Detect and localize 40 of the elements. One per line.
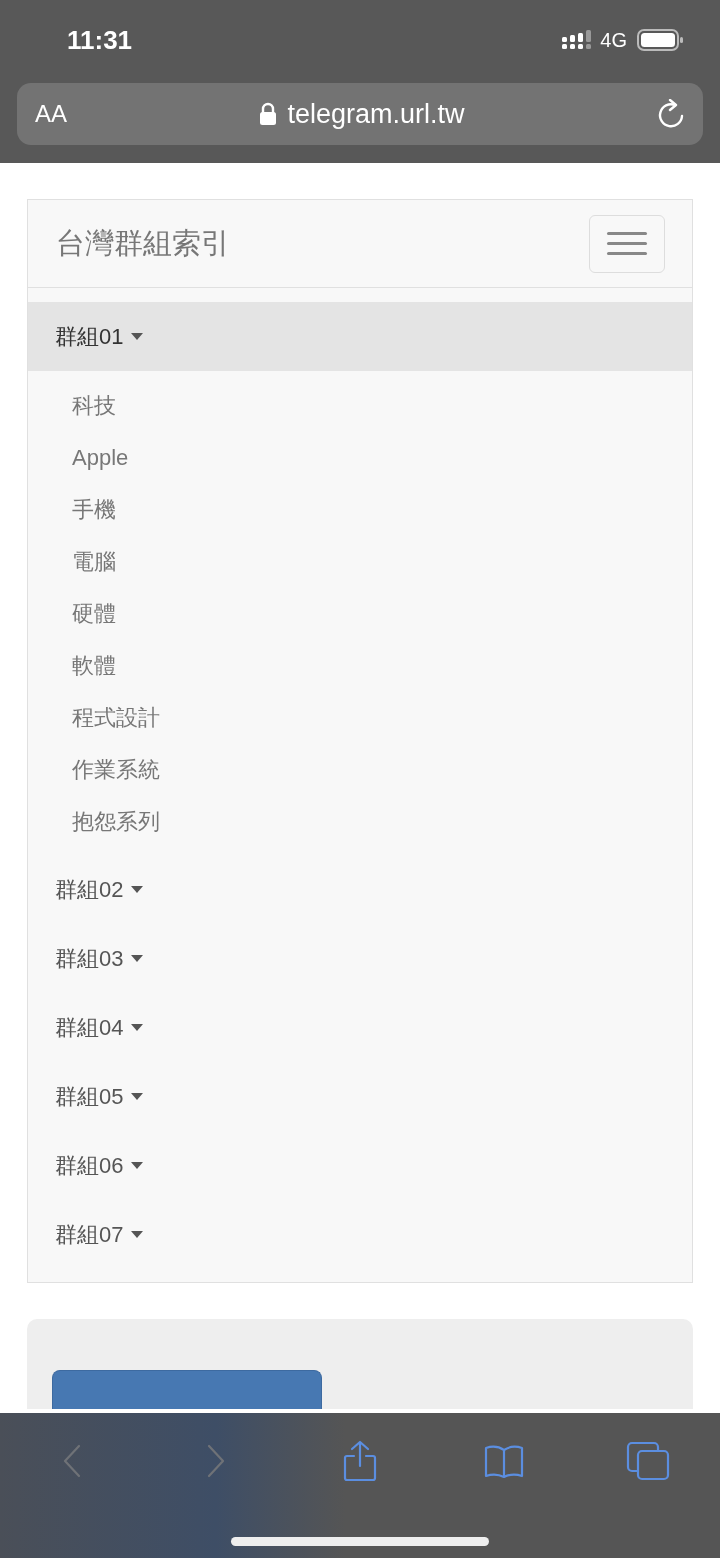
battery-icon xyxy=(637,28,683,52)
menu-link[interactable]: 程式設計 xyxy=(72,700,160,734)
menu-link[interactable]: 軟體 xyxy=(72,648,116,682)
menu-group[interactable]: 群組01 xyxy=(28,302,692,371)
caret-icon xyxy=(131,1024,144,1031)
menu-link[interactable]: 科技 xyxy=(72,388,116,422)
text-size-button[interactable]: AA xyxy=(35,96,67,132)
book-icon xyxy=(484,1444,524,1478)
menu-button[interactable] xyxy=(589,214,665,273)
caret-icon xyxy=(131,955,144,962)
forward-icon xyxy=(206,1444,226,1478)
reload-icon[interactable] xyxy=(657,99,685,129)
signal-icon xyxy=(562,30,593,50)
network-label: 4G xyxy=(600,28,627,53)
menu-group[interactable]: 群組03 xyxy=(28,924,692,993)
menu-group[interactable]: 群組04 xyxy=(28,993,692,1062)
caret-icon xyxy=(131,886,144,893)
menu-link[interactable]: 抱怨系列 xyxy=(72,804,160,838)
menu-group[interactable]: 群組06 xyxy=(28,1131,692,1200)
link-button[interactable] xyxy=(52,1370,322,1409)
brand-title[interactable]: 台灣群組索引 xyxy=(56,221,230,266)
status-time: 11:31 xyxy=(67,23,133,57)
address-bar[interactable]: AA telegram.url.tw xyxy=(17,83,703,145)
menu-link[interactable]: Apple xyxy=(72,440,129,474)
caret-icon xyxy=(131,1231,144,1238)
menu-link[interactable]: 作業系統 xyxy=(72,752,160,786)
menu-link[interactable]: 手機 xyxy=(72,492,116,526)
lock-icon xyxy=(259,102,278,126)
menu-link[interactable]: 硬體 xyxy=(72,596,116,630)
menu-group[interactable]: 群組02 xyxy=(28,855,692,924)
caret-icon xyxy=(131,1093,144,1100)
share-icon xyxy=(342,1440,378,1482)
url-text: telegram.url.tw xyxy=(287,97,465,131)
caret-icon xyxy=(131,1162,144,1169)
menu-group[interactable]: 群組07 xyxy=(28,1200,692,1269)
menu-group[interactable]: 群組05 xyxy=(28,1062,692,1131)
caret-icon xyxy=(131,333,144,340)
tabs-icon xyxy=(626,1441,670,1481)
menu-link[interactable]: 電腦 xyxy=(72,544,116,578)
back-icon xyxy=(62,1444,82,1478)
